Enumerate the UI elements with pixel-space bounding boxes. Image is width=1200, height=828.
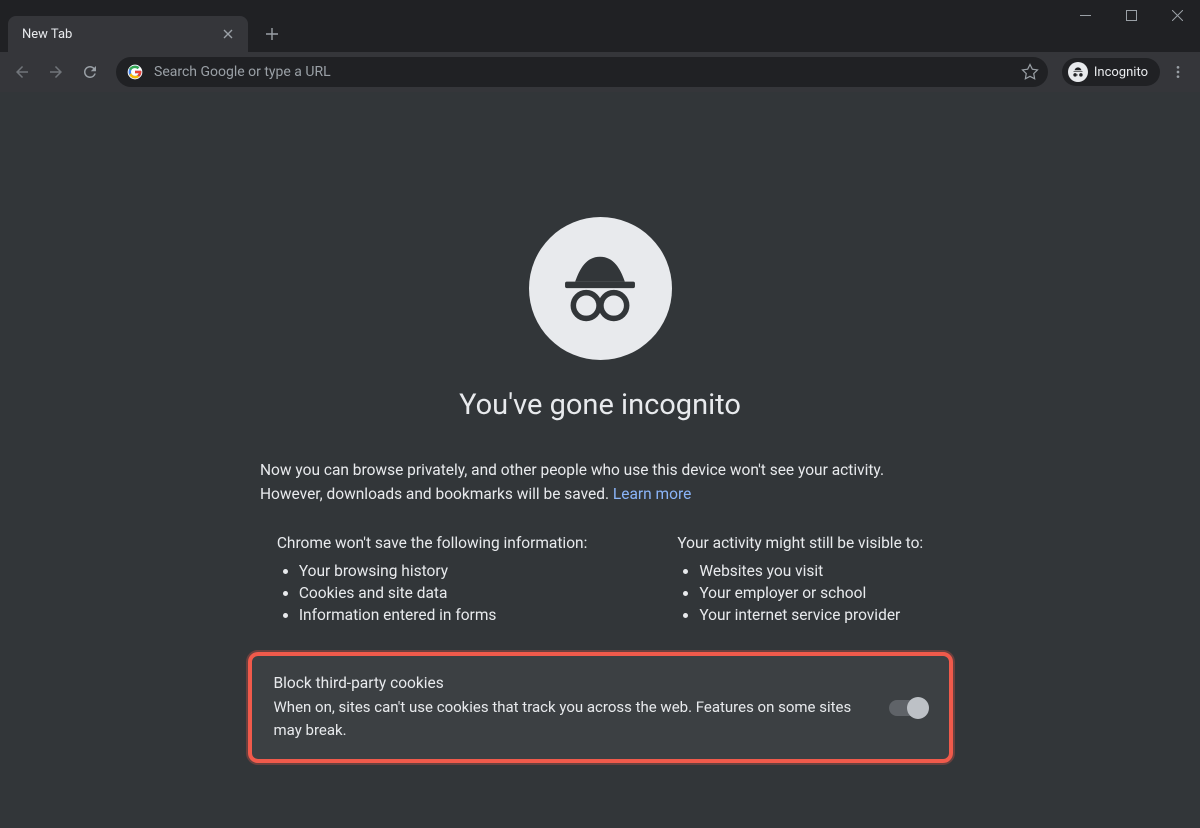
address-bar[interactable]	[116, 57, 1048, 87]
list-item: Your employer or school	[699, 582, 923, 604]
close-window-button[interactable]	[1154, 0, 1200, 30]
incognito-icon	[1068, 62, 1088, 82]
list-item: Information entered in forms	[299, 604, 588, 626]
toolbar: Incognito	[0, 52, 1200, 92]
close-tab-icon[interactable]	[220, 26, 236, 42]
cookie-description: When on, sites can't use cookies that tr…	[274, 696, 873, 741]
visible-list: Websites you visit Your employer or scho…	[677, 560, 923, 626]
browser-tab[interactable]: New Tab	[8, 16, 248, 52]
cookie-text: Block third-party cookies When on, sites…	[274, 674, 873, 741]
visible-column: Your activity might still be visible to:…	[677, 534, 923, 626]
list-item: Your internet service provider	[699, 604, 923, 626]
cookie-settings-box: Block third-party cookies When on, sites…	[248, 652, 953, 763]
window-controls	[1062, 0, 1200, 30]
titlebar: New Tab	[0, 0, 1200, 52]
cookie-title: Block third-party cookies	[274, 674, 873, 692]
incognito-label: Incognito	[1094, 65, 1148, 80]
google-icon	[126, 63, 144, 81]
incognito-badge[interactable]: Incognito	[1062, 58, 1160, 86]
new-tab-button[interactable]	[258, 20, 286, 48]
list-item: Cookies and site data	[299, 582, 588, 604]
info-columns: Chrome won't save the following informat…	[277, 534, 923, 626]
minimize-button[interactable]	[1062, 0, 1108, 30]
bookmark-icon[interactable]	[1018, 60, 1042, 84]
visible-heading: Your activity might still be visible to:	[677, 534, 923, 552]
reload-button[interactable]	[74, 56, 106, 88]
omnibox-input[interactable]	[154, 64, 1008, 80]
tab-strip: New Tab	[8, 16, 286, 52]
list-item: Your browsing history	[299, 560, 588, 582]
description-text: Now you can browse privately, and other …	[260, 461, 884, 503]
learn-more-link[interactable]: Learn more	[613, 485, 691, 503]
toggle-knob	[907, 697, 929, 719]
page-content: You've gone incognito Now you can browse…	[0, 92, 1200, 828]
page-description: Now you can browse privately, and other …	[260, 458, 940, 506]
menu-button[interactable]	[1162, 56, 1194, 88]
wont-save-list: Your browsing history Cookies and site d…	[277, 560, 588, 626]
maximize-button[interactable]	[1108, 0, 1154, 30]
back-button[interactable]	[6, 56, 38, 88]
wont-save-heading: Chrome won't save the following informat…	[277, 534, 588, 552]
page-heading: You've gone incognito	[459, 388, 741, 422]
forward-button[interactable]	[40, 56, 72, 88]
list-item: Websites you visit	[699, 560, 923, 582]
wont-save-column: Chrome won't save the following informat…	[277, 534, 588, 626]
block-cookies-toggle[interactable]	[889, 700, 927, 716]
tab-title: New Tab	[22, 27, 72, 42]
incognito-hero-icon	[529, 217, 672, 360]
